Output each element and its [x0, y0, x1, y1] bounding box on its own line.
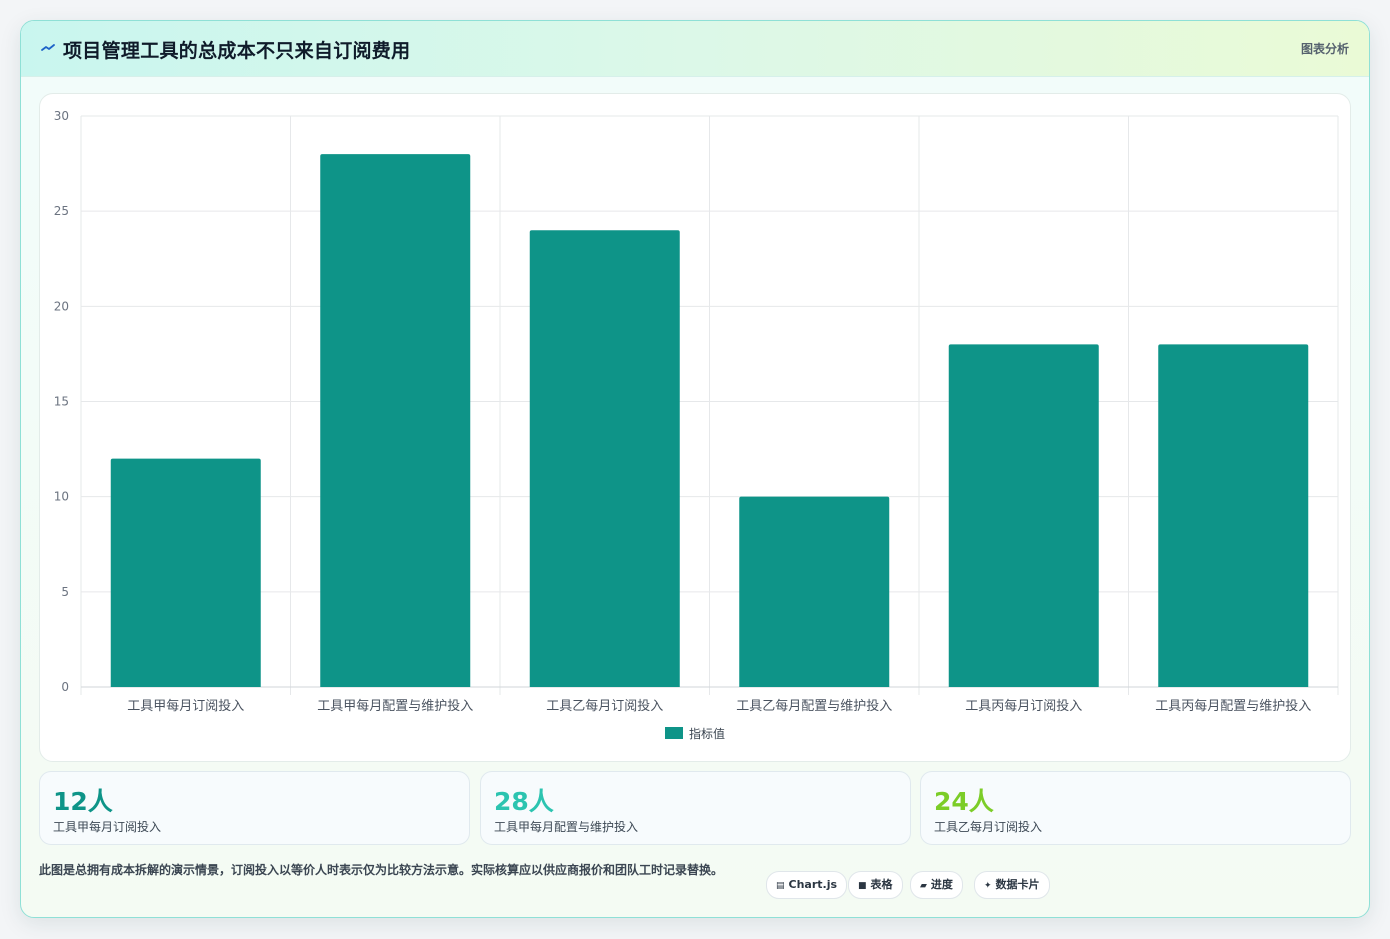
- x-tick-label: 工具甲每月订阅投入: [127, 698, 244, 714]
- tag-progress[interactable]: ▰ 进度: [910, 871, 963, 899]
- stat-label: 工具甲每月订阅投入: [53, 820, 162, 834]
- tag-chartjs[interactable]: ▤ Chart.js: [766, 871, 848, 899]
- bar: [1158, 344, 1309, 687]
- x-tick-label: 工具乙每月配置与维护投入: [736, 698, 892, 714]
- page-title: 项目管理工具的总成本不只来自订阅费用: [63, 40, 411, 62]
- x-tick-label: 工具丙每月配置与维护投入: [1155, 698, 1311, 714]
- y-tick-label: 15: [54, 395, 69, 409]
- y-tick-label: 25: [54, 204, 69, 218]
- footnote: 此图是总拥有成本拆解的演示情景，订阅投入以等价人时表示仅为比较方法示意。实际核算…: [39, 863, 724, 877]
- x-tick-label: 工具丙每月订阅投入: [965, 698, 1082, 714]
- stat-label: 工具乙每月订阅投入: [934, 820, 1043, 834]
- bar: [320, 154, 471, 688]
- chart-card: 项目管理工具的总成本不只来自订阅费用 图表分析 0 5 10 15 20 25 30 工具甲每…: [20, 20, 1370, 918]
- card-header: 项目管理工具的总成本不只来自订阅费用 图表分析: [21, 21, 1369, 77]
- table-icon: ■: [858, 881, 867, 891]
- sparkle-icon: ✦: [984, 881, 992, 891]
- x-tick-label: 工具乙每月订阅投入: [546, 698, 663, 714]
- tag-table[interactable]: ■ 表格: [848, 871, 903, 899]
- stat-card-3: 24人 工具乙每月订阅投入: [920, 771, 1351, 845]
- chart-icon: ▤: [776, 881, 785, 891]
- y-tick-label: 10: [54, 490, 69, 504]
- trend-line-icon: [41, 44, 55, 51]
- stat-card-2: 28人 工具甲每月配置与维护投入: [480, 771, 911, 845]
- bar: [948, 344, 1099, 687]
- stat-value: 28人: [494, 787, 554, 816]
- bar: [529, 230, 680, 687]
- y-tick-label: 5: [61, 585, 69, 599]
- bar: [739, 496, 890, 687]
- legend-label: 指标值: [689, 726, 725, 741]
- bar-chart: 0 5 10 15 20 25 30 工具甲每月订阅投入 工具甲每月配置与维护投入 工具乙每月订阅…: [54, 109, 1339, 741]
- stat-card-1: 12人 工具甲每月订阅投入: [39, 771, 470, 845]
- stat-value: 12人: [53, 787, 113, 816]
- tag-label: 进度: [930, 878, 953, 891]
- progress-icon: ▰: [920, 881, 927, 891]
- chart-analysis-link[interactable]: 图表分析: [1301, 40, 1349, 57]
- chart-panel: 0 5 10 15 20 25 30 工具甲每月订阅投入 工具甲每月配置与维护投入 工具乙每月订阅…: [39, 93, 1351, 762]
- bar: [110, 458, 261, 687]
- y-tick-label: 20: [54, 299, 69, 313]
- y-tick-label: 30: [54, 109, 69, 123]
- legend-swatch: [665, 727, 683, 739]
- tag-label: 数据卡片: [995, 878, 1040, 891]
- stat-value: 24人: [934, 787, 994, 816]
- tag-label: Chart.js: [788, 878, 838, 891]
- tag-data-card[interactable]: ✦ 数据卡片: [974, 871, 1050, 899]
- stat-label: 工具甲每月配置与维护投入: [494, 820, 639, 834]
- y-tick-label: 0: [61, 680, 69, 694]
- tag-label: 表格: [870, 878, 893, 891]
- x-tick-label: 工具甲每月配置与维护投入: [317, 698, 473, 714]
